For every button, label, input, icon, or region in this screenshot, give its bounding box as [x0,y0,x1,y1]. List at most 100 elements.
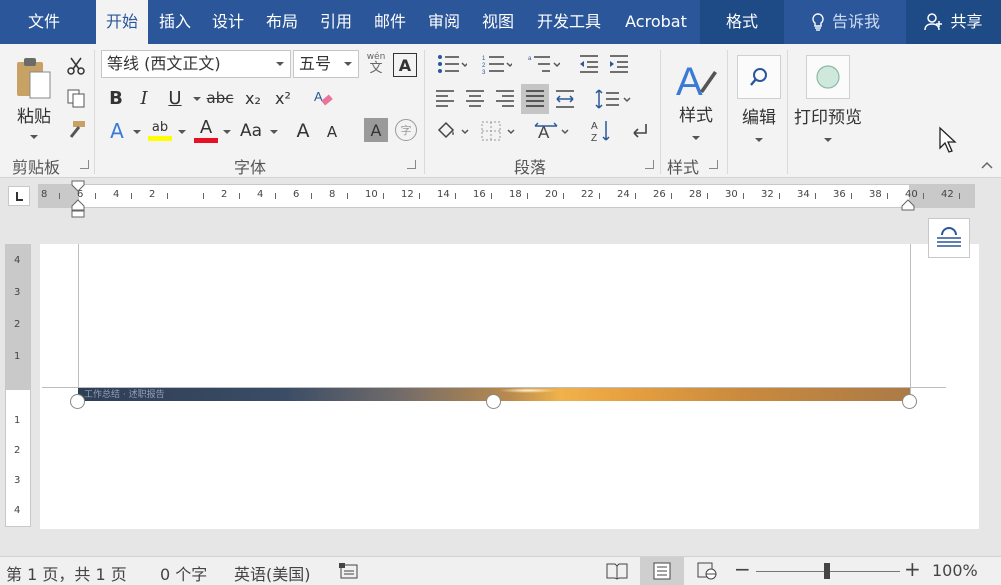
font-name-combo[interactable]: 等线 (西文正文) [101,50,291,78]
tab-design[interactable]: 设计 [203,0,253,44]
font-color-dropdown-icon[interactable] [223,130,231,134]
subscript-button[interactable]: x₂ [240,86,266,110]
change-case-dropdown-icon[interactable] [270,130,278,134]
tab-selector[interactable] [8,186,30,206]
tab-developer[interactable]: 开发工具 [527,0,611,44]
font-color-button[interactable]: A [192,116,220,144]
tab-layout[interactable]: 布局 [257,0,307,44]
superscript-button[interactable]: x² [270,86,296,110]
numbering-icon: 123 [482,54,512,74]
document-page[interactable]: 工作总结 · 述职报告 [40,244,979,529]
share-button[interactable]: 共享 [906,0,1001,44]
vertical-ruler[interactable]: 43211234 [5,244,31,527]
clear-formatting-button[interactable]: A [310,86,336,110]
highlight-dropdown-icon[interactable] [178,130,186,134]
resize-handle-right[interactable] [902,394,917,409]
clipboard-launcher-icon[interactable] [80,160,89,169]
collapse-ribbon-icon[interactable] [980,160,994,170]
tab-view[interactable]: 视图 [473,0,523,44]
text-effects-dropdown-icon[interactable] [133,130,141,134]
tab-file[interactable]: 文件 [14,0,74,44]
tab-insert[interactable]: 插入 [150,0,200,44]
font-launcher-icon[interactable] [407,160,416,169]
align-center-button[interactable] [462,86,488,112]
ruler-number: 4 [14,505,20,516]
multilevel-list-button[interactable]: a [522,52,566,76]
underline-dropdown-icon[interactable] [193,97,201,101]
right-indent-icon[interactable] [901,199,915,211]
justify-button[interactable] [521,84,549,114]
font-size-combo[interactable]: 五号 [293,50,359,78]
read-mode-icon[interactable] [606,562,628,580]
status-language[interactable]: 英语(美国) [234,561,311,585]
tab-mailings[interactable]: 邮件 [365,0,415,44]
change-case-button[interactable]: Aa [236,118,266,144]
zoom-level[interactable]: 100% [932,561,978,580]
enclose-chars-button[interactable]: 字 [395,119,417,141]
asian-layout-button[interactable]: A [530,118,574,144]
bullets-button[interactable] [432,52,472,76]
highlight-color-button[interactable]: ab [146,116,174,144]
zoom-in-button[interactable]: + [904,557,921,581]
strikethrough-button[interactable]: abc [204,86,236,110]
sort-button[interactable]: AZ [588,118,614,144]
resize-handle-center[interactable] [486,394,501,409]
zoom-slider-thumb[interactable] [824,563,830,579]
ruler-tick [707,193,708,199]
tab-format[interactable]: 格式 [700,0,784,44]
ruler-tick [419,193,420,199]
layout-options-button[interactable] [928,218,970,258]
tab-home[interactable]: 开始 [96,0,148,46]
zoom-out-button[interactable]: − [734,557,751,581]
underline-button[interactable]: U [162,86,188,110]
increase-indent-button[interactable] [606,52,632,76]
format-painter-button[interactable] [64,118,88,142]
status-word-count[interactable]: 0 个字 [160,561,207,585]
web-layout-icon[interactable] [696,562,718,580]
bold-button[interactable]: B [104,86,128,110]
copy-button[interactable] [64,86,88,110]
phonetic-guide-button[interactable]: wén 文 [362,50,390,78]
italic-button[interactable]: I [132,86,156,110]
cut-button[interactable] [64,54,88,78]
hanging-indent-icon[interactable] [71,199,85,219]
horizontal-ruler[interactable]: 8642246810121416182022242628303234363840… [38,184,975,208]
search-icon [748,66,770,88]
grow-font-button[interactable]: A [290,118,316,144]
first-line-indent-icon[interactable] [71,180,85,192]
align-left-button[interactable] [432,86,458,112]
numbering-button[interactable]: 123 [476,52,518,76]
resize-handle-left[interactable] [70,394,85,409]
print-preview-button[interactable]: 打印预览 [790,50,866,146]
char-border-button[interactable]: A [393,53,417,77]
group-label-paragraph: 段落 [500,154,560,178]
print-layout-view-button[interactable] [640,557,684,585]
ruler-tick [131,193,132,199]
tab-acrobat[interactable]: Acrobat [616,0,696,44]
styles-button[interactable]: A 样式 [668,50,724,146]
shrink-font-button[interactable]: A [320,120,344,144]
distributed-button[interactable] [552,86,578,112]
text-effects-button[interactable]: A [104,118,130,144]
line-spacing-button[interactable] [592,86,634,112]
shading-button[interactable] [432,118,472,144]
tab-references[interactable]: 引用 [311,0,361,44]
tab-review[interactable]: 审阅 [419,0,469,44]
decrease-indent-button[interactable] [576,52,602,76]
ruler-number: 2 [14,319,20,330]
paint-bucket-icon [435,120,469,142]
align-right-button[interactable] [492,86,518,112]
editing-button[interactable]: 编辑 [734,50,784,146]
tell-me-box[interactable]: 告诉我 [790,0,900,44]
show-marks-button[interactable] [626,118,652,144]
distributed-icon [554,89,576,109]
align-right-icon [494,89,516,109]
ruler-tick [743,193,744,199]
paste-button[interactable]: 粘贴 [10,52,58,142]
borders-button[interactable] [476,118,520,144]
status-page[interactable]: 第 1 页，共 1 页 [6,561,127,585]
macro-record-icon[interactable] [338,562,360,580]
paragraph-launcher-icon[interactable] [645,160,654,169]
char-shading-button[interactable]: A [364,118,388,142]
styles-launcher-icon[interactable] [709,160,718,169]
